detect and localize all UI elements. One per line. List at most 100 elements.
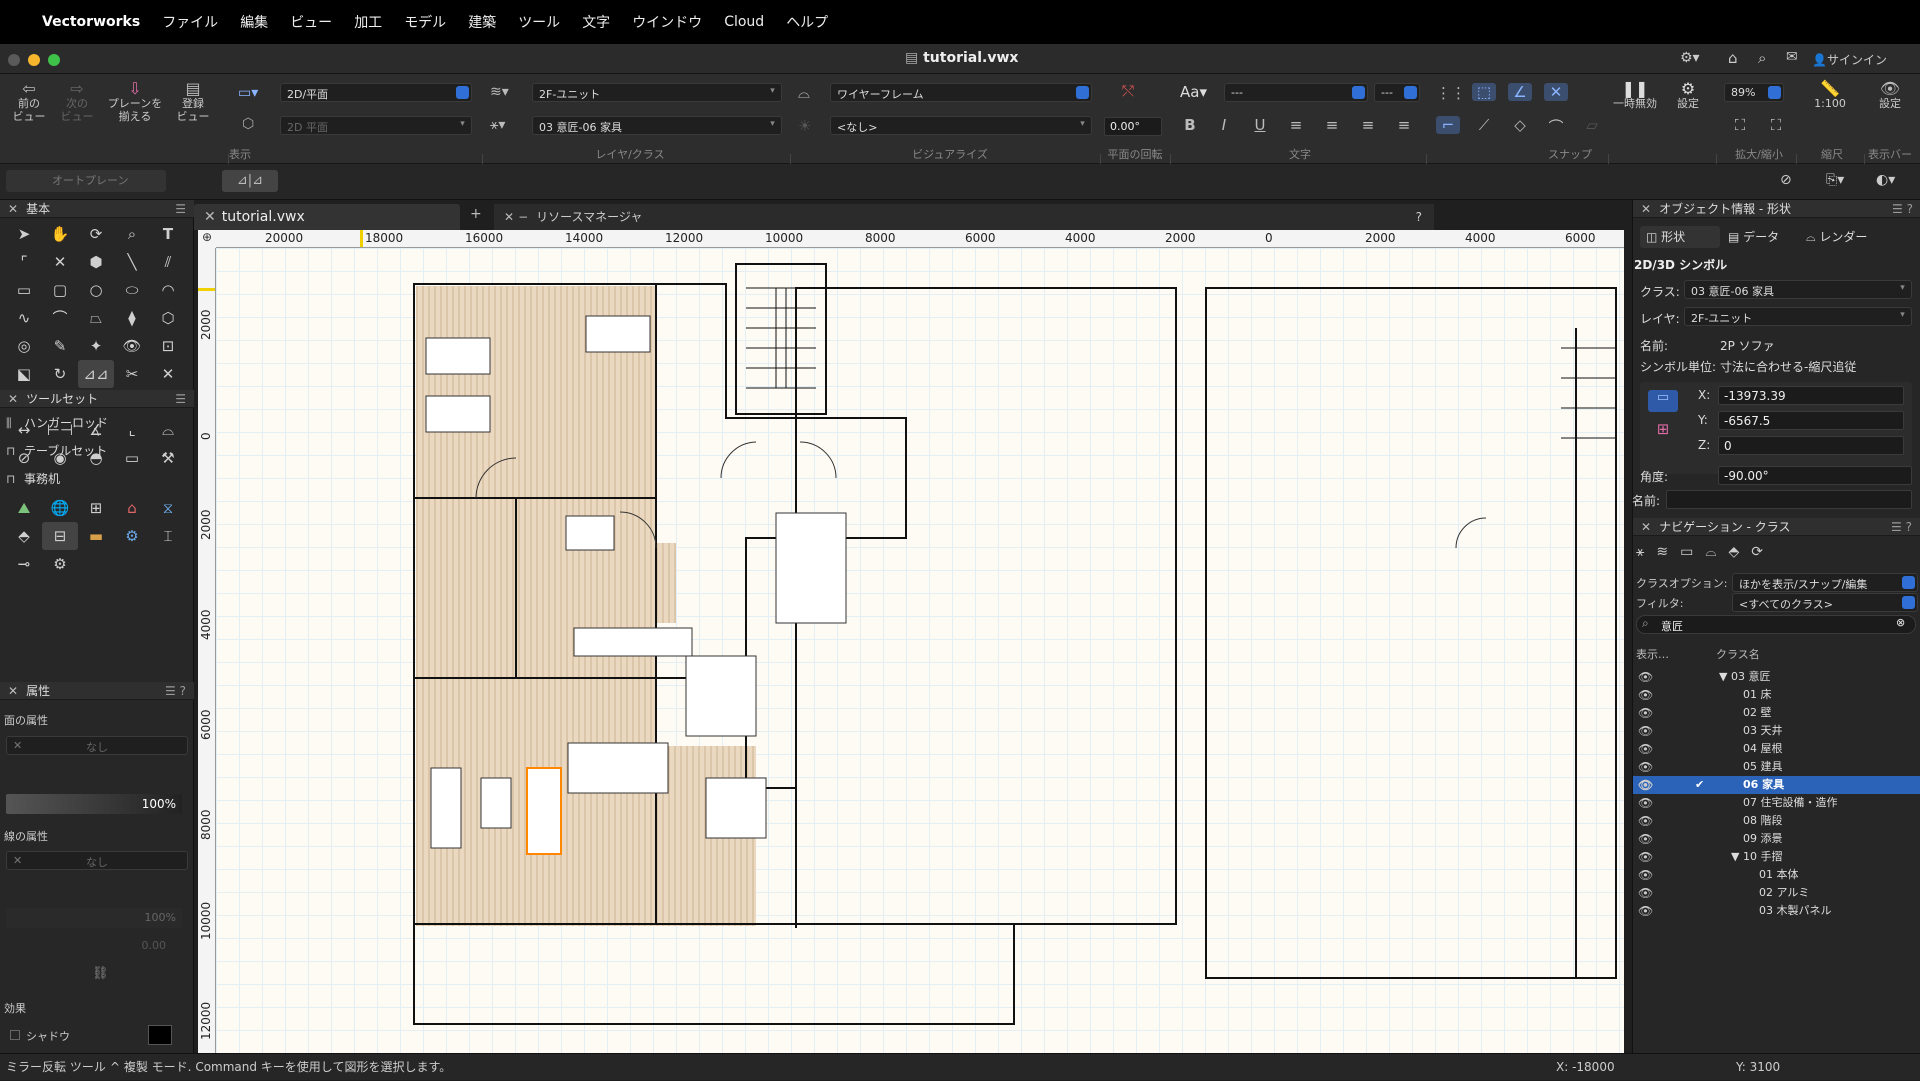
refs-nav-icon[interactable]: ⟳ [1751,544,1775,560]
eye-icon[interactable]: 👁 [1638,812,1653,830]
tab-shape[interactable]: ◫ 形状 [1640,226,1720,248]
navigation-icon-bar[interactable]: ⚹≋▭⌓⬘⟳ [1636,544,1775,560]
trim-tool-icon[interactable]: ✕ [150,360,186,388]
class-row-selected[interactable]: 👁 ✔ 06 家具 [1633,776,1920,794]
scale-button[interactable]: 📏 1:100 [1800,81,1860,111]
class-row[interactable]: 👁 03 木製パネル [1633,902,1920,920]
symbols-nav-icon[interactable]: ⬘ [1728,544,1751,560]
snap-distance-icon[interactable]: ⌐ [1436,116,1460,134]
site-toolset-icon[interactable]: ⛰ [6,494,42,522]
eye-icon[interactable]: 👁 [1638,830,1653,848]
furniture-toolset-icon[interactable]: ⊟ [42,522,78,550]
name2-field[interactable] [1666,490,1912,509]
spiral-tool-icon[interactable]: ◎ [6,332,42,360]
eye-icon[interactable]: 👁 [1638,848,1653,866]
classes-nav-icon[interactable]: ⚹ [1636,544,1656,560]
snap-settings-button[interactable]: ⚙ 設定 [1664,81,1712,111]
visibility-tool-icon[interactable]: 👁 [114,332,150,360]
pipe-toolset-icon[interactable]: ⊸ [6,550,42,578]
line-weight-field[interactable]: 0.00 [6,937,182,955]
split-tool-icon[interactable]: ✂ [114,360,150,388]
settings-gear-icon[interactable]: ⚙▾ [1680,50,1700,66]
align-plane-button[interactable]: ⇩ プレーンを 揃える [104,81,166,124]
minimize-window-button[interactable] [28,54,40,66]
hide-icon[interactable]: ⊘ [1780,172,1792,188]
close-icon[interactable]: ✕ [8,684,18,698]
class-row[interactable]: 👁 01 本体 [1633,866,1920,884]
pause-snap-button[interactable]: ❚❚ 一時無効 [1610,81,1660,111]
class-search-input[interactable]: 意匠 [1636,615,1916,634]
mail-icon[interactable]: ✉ [1786,49,1798,65]
prev-view-button[interactable]: ⇦ 前の ビュー [8,81,50,124]
menu-model[interactable]: モデル [404,12,446,32]
freehand-tool-icon[interactable]: ∿ [6,304,42,332]
clear-search-icon[interactable]: ⊗ [1896,616,1905,629]
tag-tool-icon[interactable]: ▭ [114,444,150,472]
fit-to-objects-icon[interactable]: ⛶ [1764,116,1788,134]
callout-tool-icon[interactable]: ⌜ [6,248,42,276]
line-opacity-bar[interactable]: 100% [6,908,182,928]
eye-icon[interactable]: 👁 [1638,740,1653,758]
fill-opacity-bar[interactable]: 100% [6,794,182,814]
class-row[interactable]: 👁 01 床 [1633,686,1920,704]
close-icon[interactable]: ✕ [204,209,216,225]
ruler-origin-icon[interactable]: ⊕ [198,230,216,248]
rotate-tool-icon[interactable]: ↻ [42,360,78,388]
register-view-button[interactable]: ▤ 登録 ビュー [172,81,214,124]
oval-tool-icon[interactable]: ⬭ [114,276,150,304]
symbol-insert-tool-icon[interactable]: ⬢ [78,248,114,276]
font-icon[interactable]: Aa▾ [1180,83,1207,101]
fit-to-window-icon[interactable]: ⛶ [1728,116,1752,134]
stairs-toolset-icon[interactable]: ⧖ [150,494,186,522]
class-row[interactable]: 👁 ▼ 10 手摺 [1633,848,1920,866]
menu-icon[interactable]: ☰ [175,200,186,218]
camera-toolset-icon[interactable]: ⬘ [6,522,42,550]
class-row[interactable]: 👁 04 屋根 [1633,740,1920,758]
class-icon[interactable]: ⚹▾ [490,117,505,133]
vertical-ruler[interactable]: 2000 0 2000 4000 6000 8000 10000 12000 [198,248,216,1053]
flyover-tool-icon[interactable]: ⟳ [78,220,114,248]
mirror-mode-icon[interactable]: ⊿|⊿ [222,170,278,192]
add-tab-icon[interactable]: + [470,206,482,222]
toolset-item-desk[interactable]: ⊓ 事務机 [6,470,60,487]
eye-icon[interactable]: 👁 [1638,866,1653,884]
angle-field[interactable]: -90.00° [1718,466,1912,485]
plane-rotation-icon[interactable]: ⤲ [1122,82,1134,100]
attribute-tool-icon[interactable]: ✦ [78,332,114,360]
render-mode-dropdown[interactable]: ワイヤーフレーム [830,83,1092,102]
circle-tool-icon[interactable]: ○ [78,276,114,304]
globe-toolset-icon[interactable]: 🌐 [42,494,78,522]
render-settings-icon[interactable]: ◐▾ [1876,172,1895,188]
resize-tool-icon[interactable]: ⬕ [6,360,42,388]
zoom-tool-icon[interactable]: ⌕ [114,220,150,248]
menu-text[interactable]: 文字 [582,12,610,32]
snap-edge-icon[interactable]: ⌒ [1544,116,1568,137]
menu-window[interactable]: ウインドウ [632,12,702,32]
toolset-item-table-set[interactable]: ⊓ テーブルセット [6,442,107,459]
menu-file[interactable]: ファイル [162,12,218,32]
steel-toolset-icon[interactable]: ⌶ [150,522,186,550]
eye-icon[interactable]: 👁 [1638,884,1653,902]
rounded-rect-tool-icon[interactable]: ▢ [42,276,78,304]
regular-polygon-tool-icon[interactable]: ⬡ [150,304,186,332]
class-row[interactable]: 👁 05 建具 [1633,758,1920,776]
viewbar-settings-button[interactable]: 👁 設定 [1866,81,1914,111]
minus-icon[interactable]: − [518,210,528,224]
home-icon[interactable]: ⌂ [1728,49,1738,67]
font-size-dropdown[interactable]: --- [1374,83,1420,102]
class-row[interactable]: 👁 03 天井 [1633,722,1920,740]
layers-icon[interactable]: ≋▾ [490,84,509,100]
layer-dropdown[interactable]: 2F-ユニット ▾ [532,83,782,102]
font-dropdown[interactable]: --- [1224,83,1368,102]
close-icon[interactable]: ✕ [504,210,514,224]
class-row[interactable]: 👁 09 添景 [1633,830,1920,848]
menu-architecture[interactable]: 建築 [468,12,496,32]
col-class-name[interactable]: クラス名 [1716,646,1760,662]
close-icon[interactable]: ✕ [1641,520,1651,534]
next-view-button[interactable]: ⇨ 次の ビュー [56,81,98,124]
search-icon[interactable]: ⌕ [1758,49,1766,67]
col-display[interactable]: 表示… [1636,646,1669,662]
snap-surface-icon[interactable]: ◇ [1508,116,1532,134]
class-dropdown[interactable]: 03 意匠-06 家具 ▾ [532,116,782,135]
eye-icon[interactable]: 👁 [1638,758,1653,776]
